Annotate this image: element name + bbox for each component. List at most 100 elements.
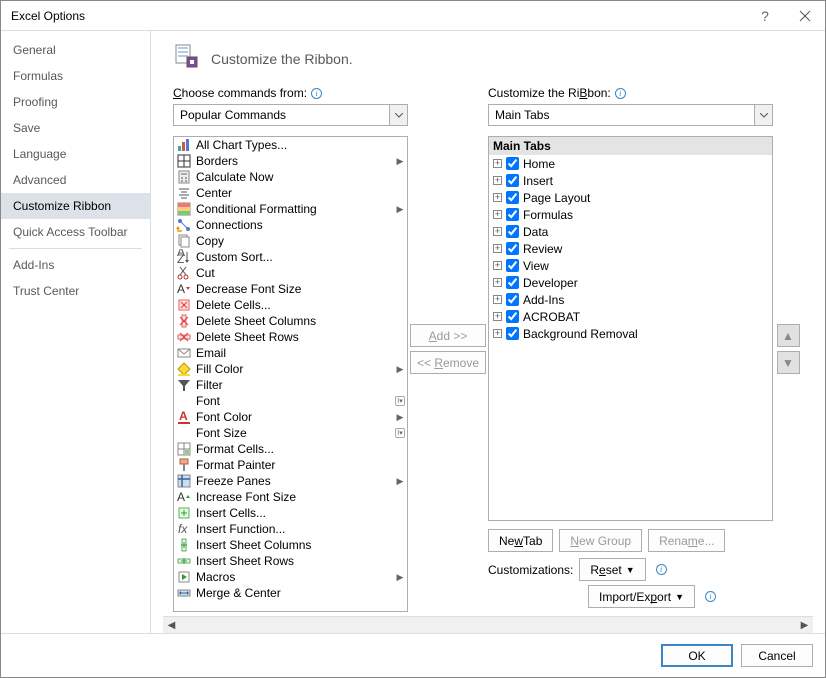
expand-icon[interactable]: +: [493, 295, 502, 304]
sidebar-item-formulas[interactable]: Formulas: [1, 63, 150, 89]
tab-item[interactable]: +View: [489, 257, 772, 274]
command-item[interactable]: Format Cells...: [174, 441, 407, 457]
expand-icon[interactable]: +: [493, 329, 502, 338]
command-item[interactable]: Font SizeI▾: [174, 425, 407, 441]
move-up-button[interactable]: ▲: [777, 324, 800, 347]
sidebar-item-save[interactable]: Save: [1, 115, 150, 141]
sidebar-item-trust-center[interactable]: Trust Center: [1, 278, 150, 304]
command-item[interactable]: fxInsert Function...: [174, 521, 407, 537]
command-item[interactable]: Merge & Center: [174, 585, 407, 601]
info-icon[interactable]: i: [656, 564, 667, 575]
tab-checkbox[interactable]: [506, 157, 519, 170]
command-item[interactable]: Fill Color▶: [174, 361, 407, 377]
command-item[interactable]: FontI▾: [174, 393, 407, 409]
horizontal-scrollbar[interactable]: ◀▶: [163, 616, 813, 633]
tab-item[interactable]: +Review: [489, 240, 772, 257]
command-item[interactable]: Macros▶: [174, 569, 407, 585]
ribbon-tabs-tree[interactable]: Main Tabs +Home+Insert+Page Layout+Formu…: [488, 136, 773, 521]
expand-icon[interactable]: +: [493, 227, 502, 236]
tab-checkbox[interactable]: [506, 310, 519, 323]
expand-icon[interactable]: +: [493, 193, 502, 202]
expand-icon[interactable]: +: [493, 244, 502, 253]
info-icon[interactable]: i: [311, 88, 322, 99]
tab-item[interactable]: +Home: [489, 155, 772, 172]
command-label: Connections: [196, 218, 391, 232]
chevron-down-icon[interactable]: [389, 105, 407, 125]
info-icon[interactable]: i: [615, 88, 626, 99]
rename-button[interactable]: Rename...: [648, 529, 725, 552]
sidebar-item-quick-access-toolbar[interactable]: Quick Access Toolbar: [1, 219, 150, 245]
tab-checkbox[interactable]: [506, 259, 519, 272]
import-export-button[interactable]: Import/Export▼: [588, 585, 695, 608]
sidebar-item-advanced[interactable]: Advanced: [1, 167, 150, 193]
cancel-button[interactable]: Cancel: [741, 644, 813, 667]
tab-item[interactable]: +Data: [489, 223, 772, 240]
command-item[interactable]: Center: [174, 185, 407, 201]
tab-checkbox[interactable]: [506, 276, 519, 289]
expand-icon[interactable]: +: [493, 159, 502, 168]
remove-button[interactable]: << Remove: [410, 351, 486, 374]
tab-checkbox[interactable]: [506, 242, 519, 255]
sidebar-item-general[interactable]: General: [1, 37, 150, 63]
command-item[interactable]: Copy: [174, 233, 407, 249]
tab-item[interactable]: +Insert: [489, 172, 772, 189]
new-tab-button[interactable]: New Tab: [488, 529, 553, 552]
tab-item[interactable]: +Add-Ins: [489, 291, 772, 308]
command-item[interactable]: Delete Cells...: [174, 297, 407, 313]
command-item[interactable]: Borders▶: [174, 153, 407, 169]
command-item[interactable]: Freeze Panes▶: [174, 473, 407, 489]
tab-item[interactable]: +Page Layout: [489, 189, 772, 206]
tab-checkbox[interactable]: [506, 208, 519, 221]
choose-commands-combo[interactable]: Popular Commands: [173, 104, 408, 126]
tab-item[interactable]: +Background Removal: [489, 325, 772, 342]
info-icon[interactable]: i: [705, 591, 716, 602]
command-item[interactable]: Delete Sheet Rows: [174, 329, 407, 345]
command-item[interactable]: AZCustom Sort...: [174, 249, 407, 265]
commands-listbox[interactable]: All Chart Types...Borders▶Calculate NowC…: [173, 136, 408, 612]
sidebar-item-add-ins[interactable]: Add-Ins: [1, 252, 150, 278]
command-item[interactable]: Insert Sheet Rows: [174, 553, 407, 569]
expand-icon[interactable]: +: [493, 261, 502, 270]
tab-checkbox[interactable]: [506, 191, 519, 204]
ok-button[interactable]: OK: [661, 644, 733, 667]
customize-ribbon-combo[interactable]: Main Tabs: [488, 104, 773, 126]
command-item[interactable]: AFont Color▶: [174, 409, 407, 425]
command-item[interactable]: Filter: [174, 377, 407, 393]
chevron-down-icon[interactable]: [754, 105, 772, 125]
add-button[interactable]: Add >>: [410, 324, 486, 347]
close-button[interactable]: [785, 1, 825, 31]
sidebar-item-language[interactable]: Language: [1, 141, 150, 167]
sidebar-item-customize-ribbon[interactable]: Customize Ribbon: [1, 193, 150, 219]
command-item[interactable]: Format Painter: [174, 457, 407, 473]
expand-icon[interactable]: +: [493, 278, 502, 287]
reset-button[interactable]: Reset▼: [579, 558, 645, 581]
tab-checkbox[interactable]: [506, 293, 519, 306]
expand-icon[interactable]: +: [493, 210, 502, 219]
command-icon: [176, 201, 192, 217]
tab-checkbox[interactable]: [506, 327, 519, 340]
new-group-button[interactable]: New Group: [559, 529, 642, 552]
command-icon: [176, 217, 192, 233]
tab-checkbox[interactable]: [506, 225, 519, 238]
tab-item[interactable]: +ACROBAT: [489, 308, 772, 325]
tab-checkbox[interactable]: [506, 174, 519, 187]
tab-item[interactable]: +Formulas: [489, 206, 772, 223]
command-item[interactable]: AIncrease Font Size: [174, 489, 407, 505]
command-item[interactable]: Insert Cells...: [174, 505, 407, 521]
help-button[interactable]: ?: [745, 1, 785, 31]
command-item[interactable]: All Chart Types...: [174, 137, 407, 153]
command-item[interactable]: Delete Sheet Columns: [174, 313, 407, 329]
move-down-button[interactable]: ▼: [777, 351, 800, 374]
command-item[interactable]: Cut: [174, 265, 407, 281]
command-item[interactable]: Insert Sheet Columns: [174, 537, 407, 553]
sidebar-item-proofing[interactable]: Proofing: [1, 89, 150, 115]
expand-icon[interactable]: +: [493, 312, 502, 321]
command-item[interactable]: Connections: [174, 217, 407, 233]
expand-icon[interactable]: +: [493, 176, 502, 185]
command-item[interactable]: ADecrease Font Size: [174, 281, 407, 297]
tab-item[interactable]: +Developer: [489, 274, 772, 291]
command-label: Cut: [196, 266, 391, 280]
command-item[interactable]: Calculate Now: [174, 169, 407, 185]
command-item[interactable]: Conditional Formatting▶: [174, 201, 407, 217]
command-item[interactable]: Email: [174, 345, 407, 361]
